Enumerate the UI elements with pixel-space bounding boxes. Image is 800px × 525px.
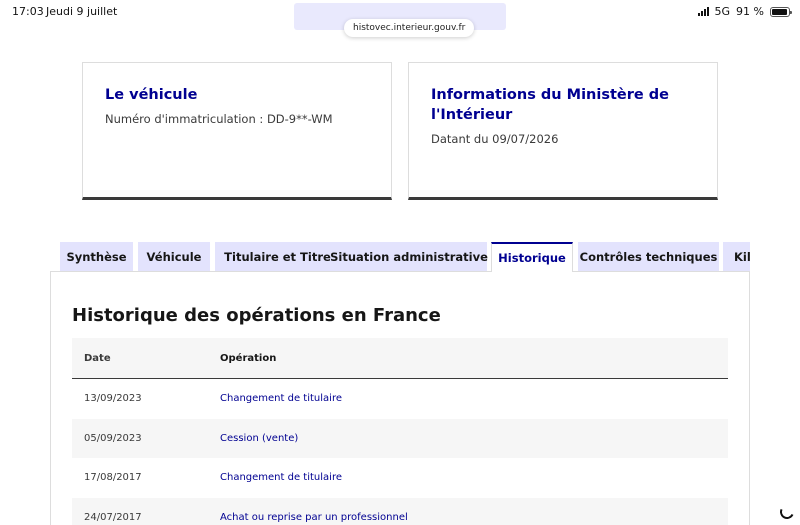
column-date: Date [84,352,111,364]
status-indicators: 5G 91 % [697,5,792,18]
status-date: Jeudi 9 juillet [46,5,118,18]
row-date: 17/08/2017 [84,472,142,484]
table-row: 13/09/2023 Changement de titulaire [72,379,728,419]
battery-fill [772,8,787,15]
column-operation: Opération [220,352,277,364]
table-row: 05/09/2023 Cession (vente) [72,418,728,458]
history-table: Date Opération 13/09/2023 Changement de … [72,338,728,525]
row-date: 24/07/2017 [84,511,142,523]
url-bar[interactable]: histovec.interieur.gouv.fr [344,19,475,37]
table-row: 17/08/2017 Changement de titulaire [72,458,728,498]
network-label: 5G [714,5,731,18]
registration-number: Numéro d'immatriculation : DD-9**-WM [105,112,333,126]
history-title: Historique des opérations en France [72,305,441,326]
table-row: 24/07/2017 Achat ou reprise par un profe… [72,497,728,525]
table-header: Date Opération [72,338,728,379]
battery-percent: 91 % [736,5,764,18]
row-operation: Changement de titulaire [220,472,342,484]
signal-icon [697,7,709,16]
vehicle-card: Le véhicule Numéro d'immatriculation : D… [82,62,392,200]
tab-historique[interactable]: Historique [491,242,573,272]
loading-spinner-icon [778,503,796,521]
ministry-date: Datant du 09/07/2026 [431,132,559,146]
tab-kilometrage[interactable]: Kilométrage [723,242,750,271]
battery-icon [770,6,792,17]
row-date: 05/09/2023 [84,432,142,444]
row-operation: Achat ou reprise par un professionnel [220,511,408,523]
ministry-card-title: Informations du Ministère de l'Intérieur [431,87,669,123]
row-date: 13/09/2023 [84,393,142,405]
tab-list: Synthèse Véhicule Titulaire et Titre Sit… [60,242,750,272]
row-operation: Changement de titulaire [220,393,342,405]
ministry-card: Informations du Ministère de l'Intérieur… [408,62,718,200]
tab-vehicule[interactable]: Véhicule [138,242,210,271]
status-time: 17:03 [12,5,44,18]
tab-synthese[interactable]: Synthèse [60,242,133,271]
tab-controles-techniques[interactable]: Contrôles techniques [578,242,719,271]
vehicle-card-title: Le véhicule [105,87,198,103]
tab-situation-administrative[interactable]: Situation administrative [330,242,488,271]
row-operation: Cession (vente) [220,432,299,444]
